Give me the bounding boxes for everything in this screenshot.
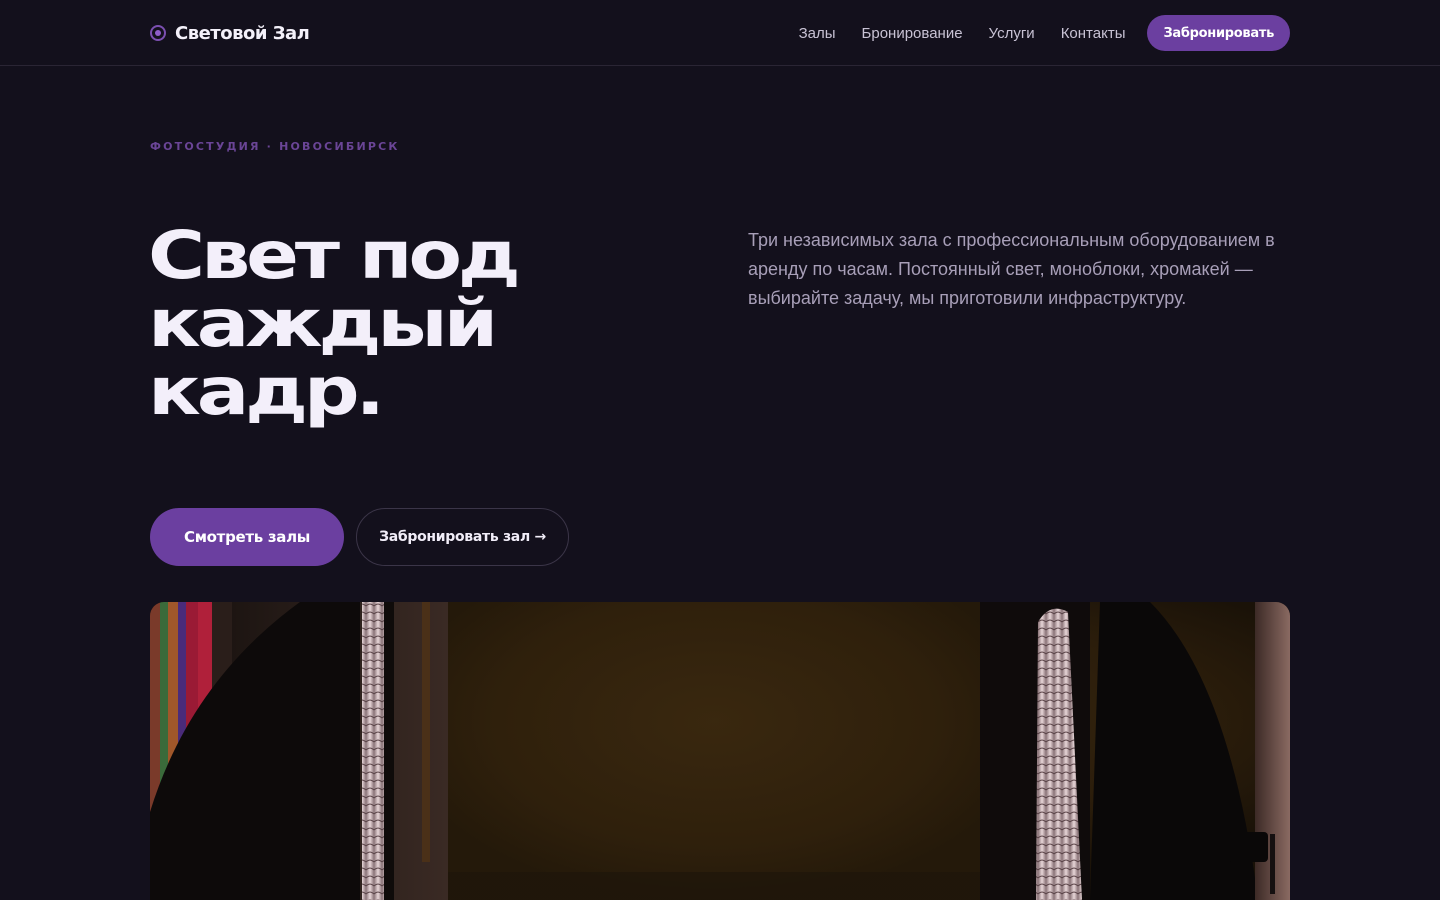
hero-description: Три независимых зала с профессиональным … bbox=[748, 230, 1275, 308]
hero-title-line: каждый bbox=[148, 285, 498, 362]
studio-photo bbox=[150, 602, 1290, 900]
ring-dot-icon bbox=[150, 25, 166, 41]
hero-title-line: кадр. bbox=[148, 353, 385, 430]
top-navigation-bar: Световой Зал Залы Бронирование Услуги Ко… bbox=[0, 0, 1440, 66]
book-hall-button[interactable]: Забронировать зал → bbox=[356, 508, 569, 566]
nav-link-booking[interactable]: Бронирование bbox=[862, 25, 963, 42]
brand-name: Световой Зал bbox=[175, 22, 310, 44]
hero-actions: Смотреть залы Забронировать зал → bbox=[150, 508, 569, 566]
hero-title-line: Свет под bbox=[148, 217, 521, 294]
nav-link-contacts[interactable]: Контакты bbox=[1061, 25, 1126, 42]
header-book-button[interactable]: Забронировать bbox=[1147, 15, 1290, 51]
nav-link-services[interactable]: Услуги bbox=[989, 25, 1035, 42]
view-halls-button[interactable]: Смотреть залы bbox=[150, 508, 345, 566]
hero-eyebrow: ФОТОСТУДИЯ · НОВОСИБИРСК bbox=[150, 140, 400, 153]
main-nav: Залы Бронирование Услуги Контакты Заброн… bbox=[799, 15, 1290, 51]
hero-title: Свет под каждый кадр. bbox=[148, 222, 809, 426]
brand-logo[interactable]: Световой Зал bbox=[150, 20, 310, 46]
nav-link-halls[interactable]: Залы bbox=[799, 25, 836, 42]
studio-photo-illustration bbox=[150, 602, 1290, 900]
